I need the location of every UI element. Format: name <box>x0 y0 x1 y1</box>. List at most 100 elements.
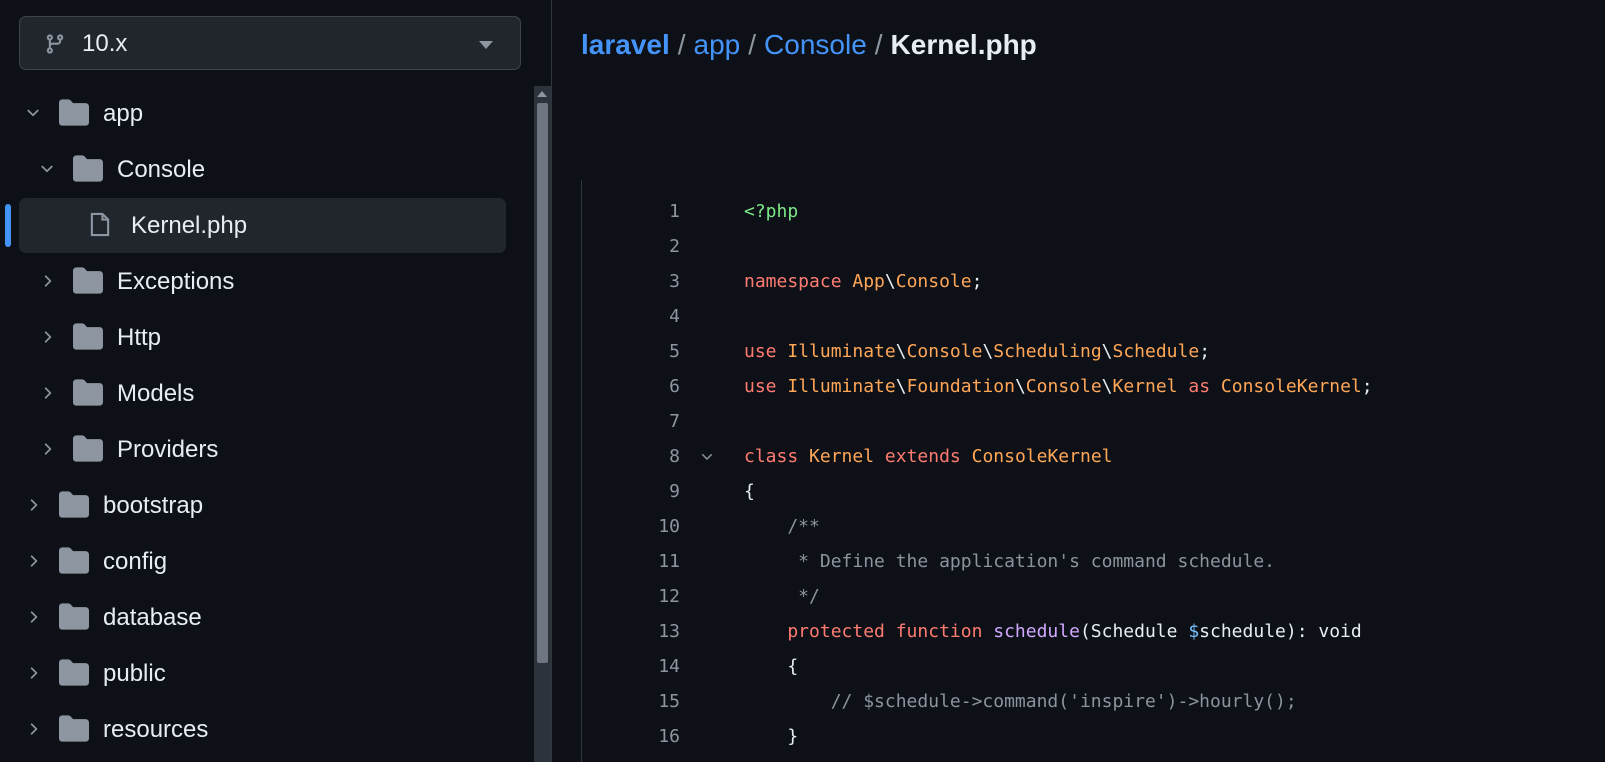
chevron-right-icon[interactable] <box>24 664 42 682</box>
line-number[interactable]: 12 <box>582 586 680 607</box>
code-token: Console <box>895 271 972 292</box>
code-token: Console <box>1025 376 1102 397</box>
code-token: (Schedule <box>1079 621 1189 642</box>
chevron-right-icon[interactable] <box>24 496 42 514</box>
line-number[interactable]: 15 <box>582 691 680 712</box>
code-line: 11 * Define the application's command sc… <box>582 544 1582 579</box>
breadcrumb-link-console[interactable]: Console <box>764 29 867 60</box>
code-token: namespace <box>744 271 853 292</box>
code-text: use Illuminate\Foundation\Console\Kernel… <box>744 376 1373 397</box>
line-number[interactable]: 11 <box>582 551 680 572</box>
code-token: schedule <box>993 621 1080 642</box>
code-text: /** <box>744 516 820 537</box>
line-number[interactable]: 16 <box>582 726 680 747</box>
file-tree: app Console Kernel.php Exceptions Http Models… <box>0 86 534 762</box>
tree-item-kernel-php[interactable]: Kernel.php <box>19 198 506 253</box>
chevron-down-icon[interactable] <box>38 160 56 178</box>
line-number[interactable]: 8 <box>582 446 680 467</box>
tree-item-label: Kernel.php <box>131 212 248 239</box>
branch-selector-button[interactable]: 10.x <box>19 16 521 70</box>
line-number[interactable]: 1 <box>582 201 680 222</box>
tree-item-console[interactable]: Console <box>19 142 506 197</box>
tree-item-label: bootstrap <box>103 492 204 519</box>
chevron-right-icon[interactable] <box>38 328 56 346</box>
code-token: use <box>744 341 788 362</box>
code-token: * Define the application's command sched… <box>744 551 1276 572</box>
code-line: 7 <box>582 404 1582 439</box>
tree-item-label: database <box>103 604 202 631</box>
code-token: { <box>744 481 755 502</box>
fold-chevron-icon[interactable] <box>699 449 715 465</box>
line-number[interactable]: 10 <box>582 516 680 537</box>
tree-item-public[interactable]: public <box>19 646 506 701</box>
file-tree-sidebar: 10.x app Console Kernel.php Exceptions Http M… <box>0 0 552 762</box>
line-number[interactable]: 9 <box>582 481 680 502</box>
folder-icon <box>59 491 89 518</box>
chevron-down-icon[interactable] <box>24 104 42 122</box>
tree-item-models[interactable]: Models <box>19 366 506 421</box>
code-token: use <box>744 376 788 397</box>
tree-item-bootstrap[interactable]: bootstrap <box>19 478 506 533</box>
breadcrumb-root-link[interactable]: laravel <box>581 29 670 60</box>
line-number[interactable]: 2 <box>582 236 680 257</box>
code-token: as <box>1177 376 1221 397</box>
code-line: 14 { <box>582 649 1582 684</box>
code-token: ConsoleKernel <box>971 446 1113 467</box>
scrollbar-thumb[interactable] <box>537 103 548 663</box>
chevron-right-icon[interactable] <box>24 608 42 626</box>
chevron-right-icon[interactable] <box>38 384 56 402</box>
code-text: <?php <box>744 201 798 222</box>
file-icon <box>87 211 117 238</box>
breadcrumb: laravel / app / Console / Kernel.php <box>581 29 1037 61</box>
line-number[interactable]: 13 <box>582 621 680 642</box>
code-text: namespace App\Console; <box>744 271 982 292</box>
breadcrumb-link-app[interactable]: app <box>694 29 741 60</box>
code-token: // $schedule->command('inspire')->hourly… <box>744 691 1297 712</box>
code-token: Foundation <box>906 376 1015 397</box>
code-token: \ <box>1014 376 1026 397</box>
chevron-right-icon[interactable] <box>24 552 42 570</box>
code-line: 3 namespace App\Console; <box>582 264 1582 299</box>
tree-item-database[interactable]: database <box>19 590 506 645</box>
line-number[interactable]: 4 <box>582 306 680 327</box>
code-token: \ <box>1101 341 1113 362</box>
code-line: 4 <box>582 299 1582 334</box>
tree-item-config[interactable]: config <box>19 534 506 589</box>
code-text: { <box>744 656 798 677</box>
breadcrumb-separator: / <box>748 29 757 60</box>
line-number[interactable]: 5 <box>582 341 680 362</box>
folder-icon <box>59 99 89 126</box>
line-number[interactable]: 3 <box>582 271 680 292</box>
code-text: { <box>744 481 755 502</box>
scroll-up-arrow-icon[interactable] <box>537 91 547 97</box>
chevron-right-icon[interactable] <box>24 720 42 738</box>
code-token: Illuminate <box>787 376 896 397</box>
code-line: 12 */ <box>582 579 1582 614</box>
breadcrumb-separator: / <box>874 29 883 60</box>
tree-item-exceptions[interactable]: Exceptions <box>19 254 506 309</box>
code-text: protected function schedule(Schedule $sc… <box>744 621 1361 642</box>
tree-item-providers[interactable]: Providers <box>19 422 506 477</box>
line-number[interactable]: 7 <box>582 411 680 432</box>
line-number[interactable]: 6 <box>582 376 680 397</box>
code-token: Kernel <box>1112 376 1178 397</box>
tree-item-http[interactable]: Http <box>19 310 506 365</box>
code-token: \ <box>884 271 896 292</box>
folder-icon <box>73 435 103 462</box>
tree-item-app[interactable]: app <box>19 86 506 141</box>
code-line: 2 <box>582 229 1582 264</box>
folder-icon <box>59 603 89 630</box>
code-line: 13 protected function schedule(Schedule … <box>582 614 1582 649</box>
chevron-right-icon[interactable] <box>38 272 56 290</box>
folder-icon <box>73 155 103 182</box>
tree-item-resources[interactable]: resources <box>19 702 506 757</box>
code-text: use Illuminate\Console\Scheduling\Schedu… <box>744 341 1210 362</box>
tree-item-label: Providers <box>117 436 219 463</box>
code-line: 16 } <box>582 719 1582 754</box>
code-token: } <box>744 726 799 747</box>
code-token: */ <box>744 586 820 607</box>
folder-icon <box>59 659 89 686</box>
line-number[interactable]: 14 <box>582 656 680 677</box>
tree-item-label: Models <box>117 380 195 407</box>
chevron-right-icon[interactable] <box>38 440 56 458</box>
